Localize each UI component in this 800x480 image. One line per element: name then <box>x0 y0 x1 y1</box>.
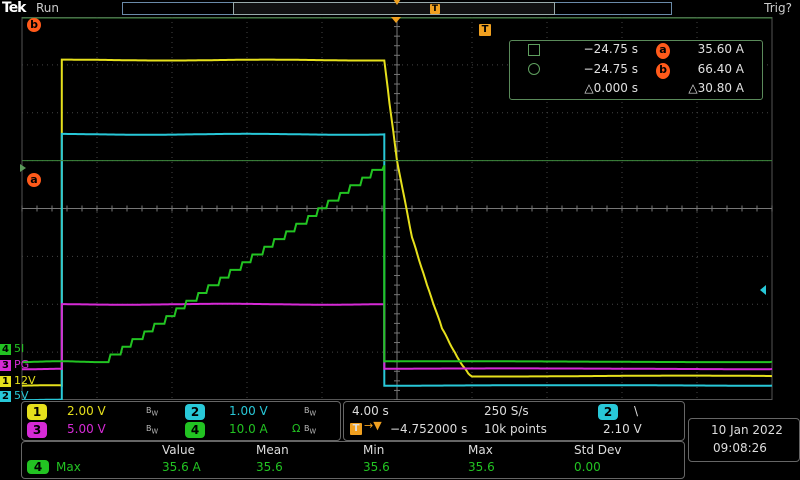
cursor-a-level-icon <box>20 164 26 172</box>
meas-header-max: Max <box>468 443 493 457</box>
ch2-chip[interactable]: 2 <box>185 404 205 420</box>
ch4-scale[interactable]: 10.0 A <box>229 422 268 436</box>
trigger-slope-icon[interactable]: \ <box>634 404 638 418</box>
trigger-position-icon <box>393 0 401 5</box>
cursor-delta-value: △30.80 A <box>688 81 744 95</box>
ch3-scale[interactable]: 5.00 V <box>67 422 106 436</box>
cursor-2-time: −24.75 s <box>583 62 638 76</box>
meas-min: 35.6 <box>363 460 390 474</box>
measurement-panel[interactable]: Value Mean Min Max Std Dev 4 Max 35.6 A … <box>21 441 685 479</box>
meas-header-value: Value <box>162 443 195 457</box>
trigger-level-icon[interactable] <box>760 285 766 295</box>
clock-panel: 10 Jan 2022 09:08:26 <box>688 418 800 462</box>
ch4-chip[interactable]: 4 <box>185 422 205 438</box>
meas-header-min: Min <box>363 443 385 457</box>
square-cursor-icon <box>528 44 540 56</box>
trigger-level[interactable]: 2.10 V <box>603 422 642 436</box>
cursor-1-time: −24.75 s <box>583 42 638 56</box>
cursor-2-value: 66.40 A <box>697 62 744 76</box>
probe-icon: Ω <box>292 422 301 435</box>
trigger-status: Trig? <box>764 1 792 15</box>
meas-header-stddev: Std Dev <box>574 443 622 457</box>
channel-4-label[interactable]: 4 5I <box>0 342 24 355</box>
record-length: 10k points <box>484 422 547 436</box>
cursor-1-value: 35.60 A <box>697 42 744 56</box>
ch1-chip[interactable]: 1 <box>27 404 47 420</box>
ch4-bw-limit: BW <box>304 424 317 436</box>
cursor-readout[interactable]: −24.75 s a 35.60 A −24.75 s b 66.40 A △0… <box>509 40 763 100</box>
record-trigger-badge: T <box>430 4 440 14</box>
sample-rate: 250 S/s <box>484 404 529 418</box>
horizontal-position[interactable]: −4.752000 s <box>390 422 467 436</box>
channel-3-label[interactable]: 3 PG <box>0 358 29 371</box>
acquisition-state[interactable]: Run <box>36 1 59 15</box>
date: 10 Jan 2022 <box>711 423 783 437</box>
arrow-right-icon: →▼ <box>364 419 382 432</box>
cursor-delta-time: △0.000 s <box>584 81 638 95</box>
ch2-scale[interactable]: 1.00 V <box>229 404 268 418</box>
ch3-chip[interactable]: 3 <box>27 422 47 438</box>
ch1-scale[interactable]: 2.00 V <box>67 404 106 418</box>
cursor-a-readout-badge: a <box>656 43 670 59</box>
circle-cursor-icon <box>528 63 540 75</box>
ch1-bw-limit: BW <box>146 406 159 418</box>
cursor-a-badge[interactable]: a <box>27 173 41 187</box>
vertical-settings-panel[interactable]: 1 2.00 V BW 2 1.00 V BW 3 5.00 V BW 4 10… <box>21 401 341 441</box>
meas-max: 35.6 <box>468 460 495 474</box>
ch2-bw-limit: BW <box>304 406 317 418</box>
meas-value: 35.6 A <box>162 460 201 474</box>
cursor-b-readout-badge: b <box>656 63 670 79</box>
trigger-pos-icon: T <box>350 423 362 435</box>
trigger-point-badge[interactable]: T <box>479 24 491 36</box>
meas-mean: 35.6 <box>256 460 283 474</box>
meas-name[interactable]: Max <box>56 460 81 474</box>
meas-stddev: 0.00 <box>574 460 601 474</box>
channel-1-label[interactable]: 1 12V <box>0 374 36 387</box>
brand-logo: Tek <box>2 0 26 16</box>
trigger-time-icon[interactable] <box>391 17 401 23</box>
horizontal-settings-panel[interactable]: 4.00 s 250 S/s 2 \ T →▼ −4.752000 s 10k … <box>343 401 685 441</box>
channel-2-label[interactable]: 2 5V <box>0 389 29 402</box>
meas-channel-chip[interactable]: 4 <box>27 460 49 474</box>
trigger-source-chip[interactable]: 2 <box>598 404 618 420</box>
time: 09:08:26 <box>713 441 767 455</box>
time-per-div[interactable]: 4.00 s <box>352 404 389 418</box>
cursor-b-badge[interactable]: b <box>27 18 41 32</box>
meas-header-mean: Mean <box>256 443 289 457</box>
ch3-bw-limit: BW <box>146 424 159 436</box>
